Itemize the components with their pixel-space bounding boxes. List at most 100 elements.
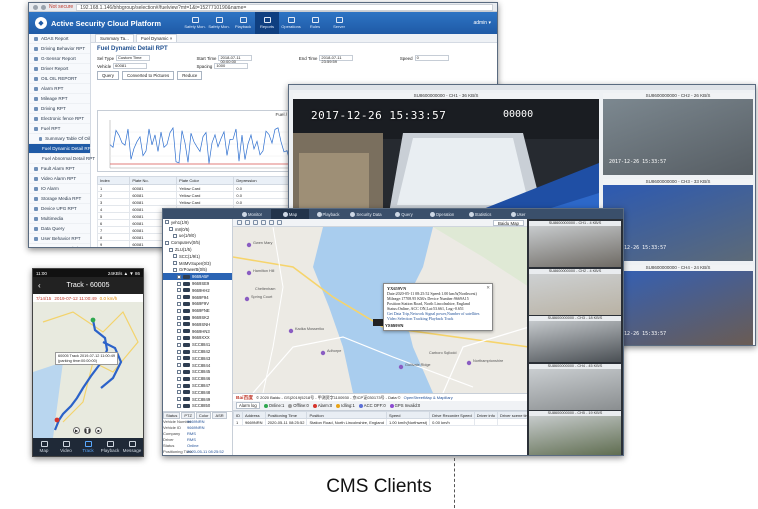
tree-checkbox[interactable] (169, 227, 173, 232)
user-menu[interactable]: admin ▾ (473, 20, 491, 26)
tree-checkbox[interactable] (177, 281, 181, 286)
tree-checkbox[interactable] (177, 369, 181, 374)
tree-node[interactable]: SCC8842 (163, 348, 232, 355)
field-input[interactable]: 2018-07-11 00:00:00 (218, 55, 253, 64)
phone-nav-item[interactable]: Map (33, 438, 55, 456)
field-input[interactable]: 1000 (214, 63, 249, 69)
tree-node[interactable]: 9669SE9 (163, 280, 232, 287)
field-input[interactable]: 0 (414, 55, 449, 61)
grid-header[interactable]: Address (242, 411, 266, 419)
phone-nav-item[interactable]: Message (121, 438, 143, 456)
map-video-tile[interactable]: SU8600000000 - CH2 - 4 KB/S (529, 268, 621, 315)
tree-node[interactable]: SCC8844 (163, 362, 232, 369)
sidebar-item[interactable]: Video Alarm RPT (29, 174, 90, 184)
legend-item[interactable]: ACC OFF:0 (358, 403, 386, 408)
small-video-tile[interactable]: SU8600000000 - CH3 - 33 KB/S 2017-12-26 1… (603, 179, 753, 261)
legend-item[interactable]: Idling:1 (336, 403, 355, 408)
grid-row[interactable]: 1 9669NRN 2020-05-11 08:25:52 Station Road,… (233, 418, 535, 426)
grid-header[interactable]: Position (306, 411, 387, 419)
field-input[interactable]: Custom Time (116, 55, 151, 61)
top-nav-item[interactable]: Server (327, 12, 351, 34)
phone-nav-item[interactable]: Video (55, 438, 77, 456)
tree-checkbox[interactable] (177, 390, 181, 395)
tree-node[interactable]: 9669HH2 (163, 287, 232, 294)
top-nav-item[interactable]: Playback (231, 12, 255, 34)
top-nav-item[interactable]: Reports (255, 12, 280, 34)
small-video-tile[interactable]: SU8600000000 - CH4 - 24 KB/S 2017-12-26 1… (603, 265, 753, 345)
tree-node[interactable]: 9669SK2 (163, 314, 232, 321)
top-nav-item[interactable]: Operations (279, 12, 303, 34)
sidebar-item[interactable]: Alarm RPT (29, 84, 90, 94)
phone-nav-item[interactable]: Playback (99, 438, 121, 456)
report-tab[interactable]: Summary Ta... (95, 34, 134, 42)
sidebar-item[interactable]: Summary Table Of Oil (29, 134, 90, 144)
field-input[interactable]: 60081 (113, 63, 148, 69)
play-icon[interactable]: ▶ (73, 427, 80, 434)
top-nav-item[interactable]: Safety Mon. (207, 12, 231, 34)
toolbar-item[interactable]: Map (271, 209, 309, 219)
rectangle-select-icon[interactable] (269, 220, 274, 225)
toolbar-item[interactable]: Security Data (347, 209, 385, 219)
sidebar-item[interactable]: Driver Report (29, 64, 90, 74)
popup-line[interactable]: Video Selection Tracking Playback Track (387, 316, 489, 321)
tree-checkbox[interactable] (169, 247, 173, 252)
sidebar-item[interactable]: IO Alarm (29, 184, 90, 194)
column-header[interactable]: Plate Color (176, 176, 235, 185)
sidebar-item[interactable]: Fuel Dynamic Detail RPT (29, 144, 94, 154)
tree-checkbox[interactable] (177, 356, 181, 361)
map-view[interactable]: Gwen Mary Hamilton Hill Spring Court Chelte… (233, 227, 529, 393)
tree-node[interactable]: yeh1(1/9) (163, 219, 232, 226)
map-video-tile[interactable]: SU8600000000 - CH4 - 45 KB/S (529, 363, 621, 410)
tree-checkbox[interactable] (177, 349, 181, 354)
tree-checkbox[interactable] (177, 288, 181, 293)
sidebar-item[interactable]: Mileage RPT (29, 94, 90, 104)
info-tab[interactable]: PTZ (181, 412, 195, 419)
stop-icon[interactable]: ■ (95, 427, 102, 434)
sidebar-item[interactable]: Data Query (29, 224, 90, 234)
tree-node[interactable]: ue(1/9/0) (163, 233, 232, 240)
tree-node[interactable]: 9669F94 (163, 294, 232, 301)
tree-checkbox[interactable] (177, 315, 181, 320)
sidebar-item[interactable]: Device UPG RPT (29, 204, 90, 214)
toolbar-item[interactable]: User (499, 209, 537, 219)
tree-checkbox[interactable] (173, 267, 177, 272)
tree-node[interactable]: 9669FNE (163, 307, 232, 314)
grid-header[interactable]: Positioning Time (264, 411, 308, 419)
legend-item[interactable]: Online:1 (263, 403, 284, 408)
toolbar-item[interactable]: Playback (309, 209, 347, 219)
tree-node[interactable]: M4MVSuper(0/3) (163, 260, 232, 267)
sidebar-item[interactable]: Electronic fence RPT (29, 114, 90, 124)
tree-checkbox[interactable] (177, 342, 181, 347)
vehicle-marker-icon[interactable] (373, 319, 383, 326)
tree-checkbox[interactable] (173, 254, 177, 259)
tree-checkbox[interactable] (177, 308, 181, 313)
column-header[interactable]: Plate No. (129, 176, 178, 185)
sidebar-item[interactable]: Passenger Statistics (29, 244, 90, 247)
url-bar[interactable]: Not secure 192.168.1.146/bhbgroup/select… (29, 3, 497, 12)
map-links[interactable]: OpenStreetMap & Mapillary (404, 395, 453, 400)
tree-checkbox[interactable] (165, 240, 169, 245)
measure-icon[interactable] (261, 220, 266, 225)
tree-node[interactable]: 9669HN3 (163, 328, 232, 335)
legend-item[interactable]: Alarm:0 (312, 403, 332, 408)
tree-checkbox[interactable] (177, 403, 181, 408)
sidebar-item[interactable]: Fuel RPT (29, 124, 90, 134)
grid-header[interactable]: Speed (385, 411, 431, 419)
alarm-log-tab[interactable]: Alarm log (236, 402, 260, 409)
toolbar-item[interactable]: Operation (423, 209, 461, 219)
tree-checkbox[interactable] (165, 220, 169, 225)
legend-item[interactable]: Offline:0 (288, 403, 309, 408)
tree-node[interactable]: 9669SNH (163, 321, 232, 328)
tree-node[interactable]: GrPowerB(0/5) (163, 267, 232, 274)
tree-node[interactable]: Computerv(0/5) (163, 239, 232, 246)
tree-checkbox[interactable] (177, 329, 181, 334)
sidebar-item[interactable]: Storage Media RPT (29, 194, 90, 204)
tree-checkbox[interactable] (177, 335, 181, 340)
grid-header[interactable]: Driver info (473, 411, 498, 419)
pan-icon[interactable] (253, 220, 258, 225)
sidebar-item[interactable]: User Behavior RPT (29, 234, 90, 244)
report-tab[interactable]: Fuel Dynamic × (135, 34, 178, 42)
sidebar-item[interactable]: Fault Alarm RPT (29, 164, 90, 174)
toolbar-item[interactable]: Query (385, 209, 423, 219)
tree-node[interactable]: SCC(1/9/1) (163, 253, 232, 260)
